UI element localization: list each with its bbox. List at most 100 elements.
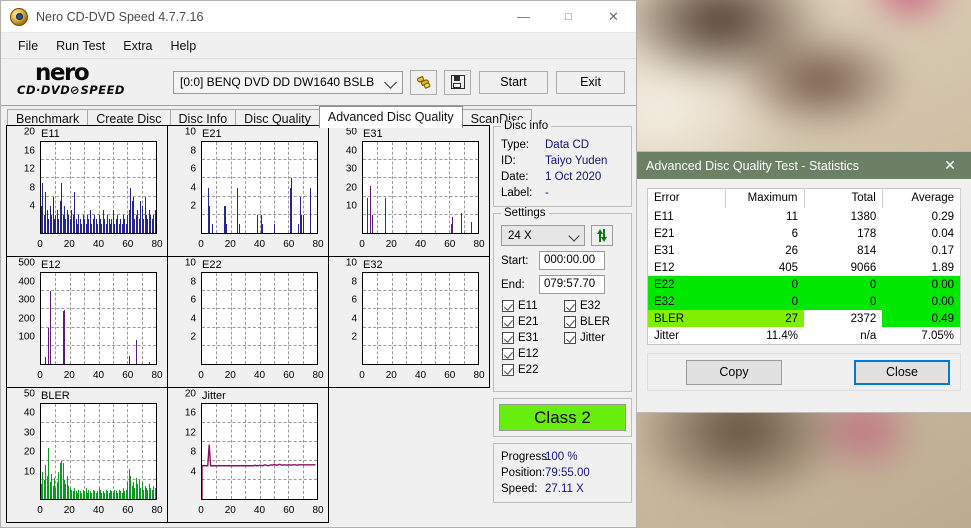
checkbox-icon <box>502 364 514 376</box>
chart-title: E21 <box>202 128 222 140</box>
toolbar: nero CD·DVD⊘SPEED [0:0] BENQ DVD DD DW16… <box>1 59 636 106</box>
disc-info-value: Data CD <box>545 139 590 151</box>
cell-total: 1380 <box>850 210 877 223</box>
cell-maximum: 11 <box>786 210 798 223</box>
cell-maximum: 0 <box>725 293 804 310</box>
checkbox-label: E11 <box>518 300 538 312</box>
checkbox-jitter[interactable]: Jitter <box>564 332 626 344</box>
y-tick-label: 4 <box>190 182 196 194</box>
chart-title: E22 <box>202 259 222 271</box>
y-axis: 100 200 300 400 500 <box>7 258 38 365</box>
y-tick-label: 300 <box>18 294 35 306</box>
y-tick-label: 6 <box>351 294 357 306</box>
minimize-button[interactable]: — <box>501 1 546 32</box>
x-tick-label: 40 <box>92 370 105 381</box>
save-results-button[interactable] <box>444 69 471 95</box>
statistics-title: Advanced Disc Quality Test - Statistics <box>646 158 860 173</box>
menu-item-file[interactable]: File <box>9 36 47 56</box>
window-controls: — □ ✕ <box>501 1 636 32</box>
chart-series <box>202 273 317 364</box>
cell-error: E21 <box>654 227 675 240</box>
erase-disc-button[interactable] <box>410 69 437 95</box>
table-row: E32 0 0 0.00 <box>647 293 961 310</box>
x-tick-label: 60 <box>122 370 134 381</box>
x-tick-label: 40 <box>253 505 266 516</box>
chart-plot-area <box>362 141 479 234</box>
cell-total: 9066 <box>850 261 877 274</box>
settings-panel: Settings 24 X Start: 000:00.00 End: 079:… <box>493 207 632 392</box>
table-row: E12 405 9066 1.89 <box>648 259 961 276</box>
y-axis: 10 20 30 40 50 <box>7 389 38 500</box>
y-tick-label: 10 <box>23 466 35 478</box>
checkbox-label: E32 <box>580 300 601 312</box>
x-tick-label: 20 <box>63 370 75 381</box>
copy-button[interactable]: Copy <box>686 359 782 385</box>
checkbox-e12[interactable]: E12 <box>502 348 564 360</box>
x-tick-label: 80 <box>473 239 485 250</box>
start-label: Start: <box>501 254 529 267</box>
statistics-close-icon[interactable]: ✕ <box>929 152 971 179</box>
checkbox-empty <box>564 364 626 376</box>
cell-average: 0.29 <box>931 210 954 223</box>
checkbox-bler[interactable]: BLER <box>564 316 626 328</box>
chart-title: E32 <box>363 259 383 271</box>
checkbox-e31[interactable]: E31 <box>502 332 564 344</box>
x-tick-label: 60 <box>444 370 456 381</box>
close-button[interactable]: ✕ <box>591 1 636 32</box>
cell-total: 178 <box>857 227 877 240</box>
drive-select-value: [0:0] BENQ DVD DD DW1640 BSLB <box>180 75 375 89</box>
tab-advanced-disc-quality[interactable]: Advanced Disc Quality <box>318 106 463 128</box>
checkbox-e11[interactable]: E11 <box>502 300 564 312</box>
end-input[interactable]: 079:57.70 <box>539 275 605 294</box>
x-tick-label: 40 <box>414 239 427 250</box>
statistics-body: Error Maximum Total Average E11 11 1380 0.2… <box>637 179 971 345</box>
maximize-button[interactable]: □ <box>546 1 591 32</box>
y-tick-label: 8 <box>351 276 357 288</box>
start-button[interactable]: Start <box>479 70 548 94</box>
exit-button[interactable]: Exit <box>556 70 625 94</box>
checkbox-icon <box>564 300 576 312</box>
x-tick-label: 0 <box>359 370 365 381</box>
cell-error: E22 <box>647 276 726 293</box>
checkbox-row: E21 BLER <box>502 316 631 328</box>
checkbox-e22[interactable]: E22 <box>502 364 564 376</box>
cell-average: 1.89 <box>931 261 954 274</box>
x-tick-label: 60 <box>283 370 295 381</box>
y-tick-label: 50 <box>345 126 357 138</box>
cell-average: 7.05% <box>921 329 954 342</box>
table-row: E31 26 814 0.17 <box>648 242 961 259</box>
x-tick-label: 40 <box>253 239 266 250</box>
checkbox-icon <box>502 316 514 328</box>
checkbox-label: E22 <box>518 364 539 376</box>
progress-value: 27.11 X <box>545 483 584 495</box>
x-tick-label: 80 <box>312 370 324 381</box>
x-tick-label: 20 <box>385 239 397 250</box>
checkbox-row: E11 E32 <box>502 300 631 312</box>
menu-item-run-test[interactable]: Run Test <box>47 36 114 56</box>
chevron-down-icon <box>568 230 580 242</box>
menu-item-extra[interactable]: Extra <box>114 36 161 56</box>
y-tick-label: 10 <box>345 257 357 269</box>
chart-title: Jitter <box>202 390 226 402</box>
chart-cell-e31: E31 10 20 30 40 50 0 20 40 60 80 <box>328 125 490 257</box>
checkbox-icon <box>502 348 514 360</box>
x-axis: 0 20 40 60 80 <box>37 505 162 517</box>
chart-plot-area <box>40 272 157 365</box>
cell-maximum: 405 <box>778 261 798 274</box>
y-tick-label: 200 <box>18 313 35 325</box>
x-tick-label: 20 <box>224 370 236 381</box>
menu-item-help[interactable]: Help <box>161 36 205 56</box>
speed-select[interactable]: 24 X <box>501 225 585 246</box>
close-button[interactable]: Close <box>854 359 950 385</box>
start-input[interactable]: 000:00.00 <box>539 251 605 270</box>
checkbox-e21[interactable]: E21 <box>502 316 564 328</box>
checkbox-e32[interactable]: E32 <box>564 300 626 312</box>
refresh-speed-button[interactable] <box>591 225 613 246</box>
drive-select[interactable]: [0:0] BENQ DVD DD DW1640 BSLB <box>173 70 403 94</box>
progress-key: Speed: <box>501 483 538 495</box>
y-tick-label: 4 <box>351 313 357 325</box>
cell-total: 2372 <box>850 312 877 325</box>
disc-info-key: Label: <box>501 187 533 199</box>
y-tick-label: 20 <box>345 182 357 194</box>
y-tick-label: 20 <box>23 446 35 458</box>
